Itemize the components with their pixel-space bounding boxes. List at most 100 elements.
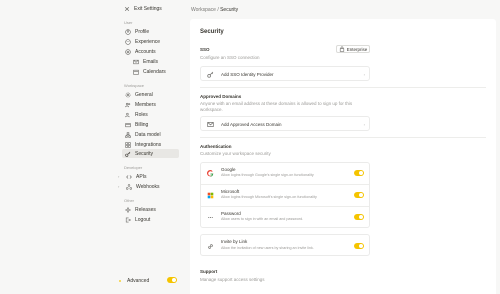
chevron-right-icon: ›	[363, 71, 365, 77]
enterprise-badge[interactable]: Enterprise	[336, 45, 370, 53]
sidebar-item-security[interactable]: Security	[122, 149, 179, 158]
advanced-label: Advanced	[127, 278, 150, 284]
at-sign-icon	[125, 48, 131, 55]
enterprise-label: Enterprise	[346, 46, 368, 52]
authentication-title: Authentication	[200, 144, 232, 149]
key-icon	[207, 71, 214, 78]
sidebar-item-label: Releases	[135, 206, 156, 213]
code-icon	[126, 174, 132, 180]
sidebar-item-general[interactable]: General	[124, 90, 179, 99]
sidebar-item-label: Accounts	[135, 48, 156, 55]
user-circle-icon	[125, 28, 131, 35]
add-sso-provider-button[interactable]: Add SSO Identity Provider ›	[200, 66, 370, 81]
google-toggle[interactable]	[354, 170, 364, 176]
sidebar-item-profile[interactable]: Profile	[124, 27, 179, 36]
sidebar-item-label: General	[135, 91, 153, 98]
breadcrumb-separator: /	[217, 7, 219, 13]
microsoft-icon	[207, 192, 214, 199]
authentication-description: Customize your workspace security	[200, 151, 271, 156]
invite-by-link-toggle[interactable]	[354, 242, 364, 249]
sidebar: Exit Settings User Profile Experience Ac…	[0, 0, 186, 294]
sidebar-item-roles[interactable]: Roles	[124, 110, 179, 119]
invite-by-link-title: Invite by Link	[221, 239, 248, 244]
sidebar-item-emails[interactable]: Emails	[132, 57, 179, 66]
sidebar-item-members[interactable]: Members	[124, 100, 179, 109]
sidebar-item-apis[interactable]: › APIs	[118, 172, 179, 181]
dot-icon	[117, 278, 123, 284]
sidebar-item-data-model[interactable]: Data model	[124, 130, 179, 139]
add-approved-domain-label: Add Approved Access Domain	[221, 121, 282, 127]
sidebar-item-label: Roles	[135, 111, 148, 118]
sidebar-item-label: Members	[135, 101, 156, 108]
sidebar-item-label: Security	[135, 150, 154, 157]
sidebar-item-label: Calendars	[143, 68, 166, 75]
sidebar-item-label: Integrations	[135, 141, 162, 148]
password-toggle[interactable]	[354, 214, 364, 220]
microsoft-description: Allow logins through Microsoft's single …	[221, 195, 317, 199]
chevron-right-icon: ›	[363, 121, 365, 127]
webhook-icon	[126, 183, 132, 190]
breadcrumb-current: Security	[220, 7, 239, 13]
row-divider	[201, 206, 369, 207]
microsoft-title: Microsoft	[221, 189, 240, 194]
sidebar-item-label: Emails	[143, 58, 159, 65]
palette-icon	[125, 38, 131, 45]
advanced-mode-row: Advanced	[117, 278, 149, 284]
sso-description: Configure an SSO connection	[200, 55, 260, 60]
section-label-user: User	[124, 20, 133, 25]
page-title: Security	[200, 29, 224, 35]
link-icon	[207, 243, 214, 250]
section-label-developer: Developer	[124, 165, 143, 170]
credit-card-icon	[125, 122, 131, 128]
approved-domains-description: Anyone with an email address at these do…	[200, 101, 353, 112]
mail-icon	[133, 59, 139, 65]
advanced-toggle[interactable]	[167, 277, 177, 283]
section-divider	[200, 137, 486, 138]
sparkle-icon	[125, 206, 131, 213]
breadcrumb: Workspace / Security	[191, 7, 238, 13]
sidebar-item-releases[interactable]: Releases	[124, 205, 179, 214]
chevron-right-icon[interactable]: ›	[118, 174, 121, 179]
sidebar-item-webhooks[interactable]: › Webhooks	[118, 182, 179, 191]
sidebar-item-calendars[interactable]: Calendars	[132, 67, 179, 76]
sso-title: SSO	[200, 47, 210, 52]
chevron-right-icon[interactable]: ›	[118, 184, 121, 189]
microsoft-toggle[interactable]	[354, 192, 364, 198]
mail-check-icon	[207, 121, 214, 128]
add-sso-provider-label: Add SSO Identity Provider	[221, 71, 274, 77]
password-description: Allow users to sign in with an email and…	[221, 217, 304, 221]
add-approved-domain-button[interactable]: Add Approved Access Domain ›	[200, 116, 370, 131]
password-title: Password	[221, 211, 241, 216]
breadcrumb-workspace[interactable]: Workspace	[191, 7, 216, 13]
approved-domains-title: Approved Domains	[200, 94, 242, 99]
user-check-icon	[125, 112, 131, 118]
settings-panel: Security SSO Configure an SSO connection…	[190, 19, 496, 294]
logout-icon	[125, 217, 131, 223]
sidebar-item-logout[interactable]: Logout	[124, 215, 179, 224]
hierarchy-icon	[125, 131, 131, 138]
auth-methods-card: Google Allow logins through Google's sin…	[200, 162, 370, 228]
section-label-other: Other	[124, 198, 135, 203]
section-divider	[200, 87, 486, 88]
apps-icon	[125, 141, 131, 148]
google-description: Allow logins through Google's single sig…	[221, 173, 314, 177]
invite-by-link-card: Invite by Link Allow the invitation of n…	[200, 234, 370, 256]
section-label-workspace: Workspace	[124, 83, 144, 88]
calendar-icon	[133, 69, 139, 75]
sidebar-item-billing[interactable]: Billing	[124, 120, 179, 129]
exit-settings-button[interactable]: Exit Settings	[124, 6, 162, 12]
sidebar-item-experience[interactable]: Experience	[124, 37, 179, 46]
sidebar-item-label: Data model	[135, 131, 161, 138]
invite-by-link-description: Allow the invitation of new users by sha…	[221, 245, 314, 250]
sidebar-item-accounts[interactable]: Accounts	[124, 47, 179, 56]
close-icon	[124, 6, 130, 12]
users-icon	[125, 102, 131, 108]
sidebar-item-label: Experience	[135, 38, 161, 45]
exit-settings-label: Exit Settings	[134, 6, 162, 12]
google-title: Google	[221, 167, 236, 172]
lock-icon	[339, 46, 345, 52]
sidebar-item-label: Webhooks	[136, 183, 160, 190]
sidebar-item-label: Profile	[135, 28, 150, 35]
key-icon	[125, 151, 131, 157]
sidebar-item-integrations[interactable]: Integrations	[124, 140, 179, 149]
